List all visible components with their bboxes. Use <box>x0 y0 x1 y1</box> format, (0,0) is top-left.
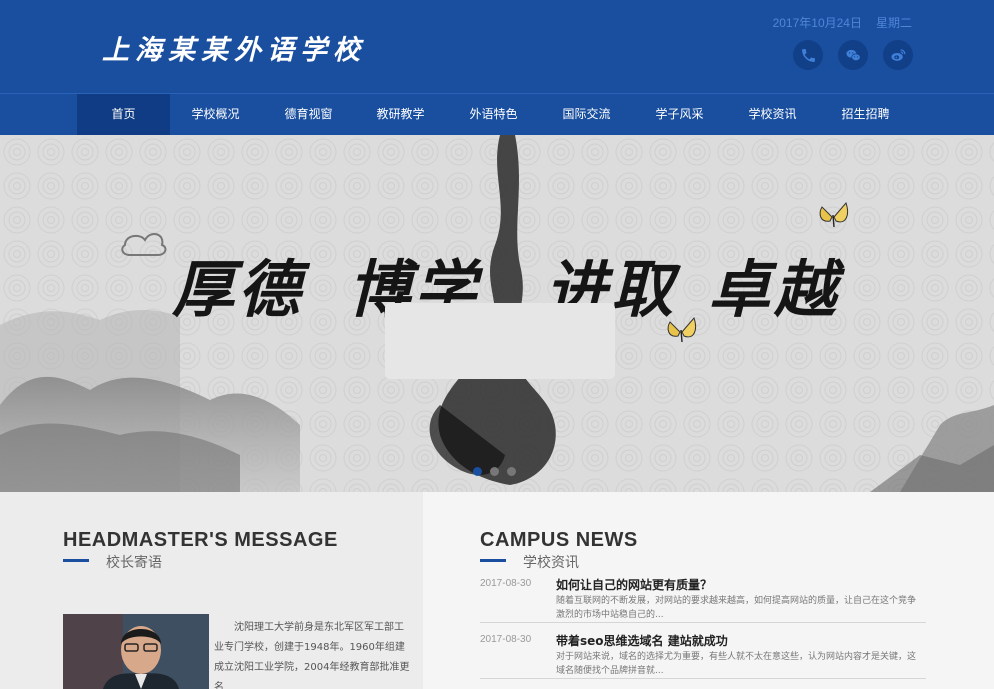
news-underline <box>480 559 506 562</box>
wechat-icon[interactable] <box>838 40 868 70</box>
headmaster-title: HEADMASTER'S MESSAGE <box>63 529 338 551</box>
news-item-title[interactable]: 带着seo思维选域名 建站就成功 <box>556 632 728 649</box>
nav-item-school-overview[interactable]: 学校概况 <box>169 94 262 135</box>
phone-icon[interactable] <box>793 40 823 70</box>
slogan-word: 卓越 <box>708 253 841 326</box>
page: 上海某某外语学校 2017年10月24日 星期二 首页 学校概况 德育视窗 教研教… <box>0 0 994 689</box>
headmaster-message-text: 沈阳理工大学前身是东北军区军工部工业专门学校，创建于1948年。1960年组建成… <box>214 622 410 689</box>
main-nav: 首页 学校概况 德育视窗 教研教学 外语特色 国际交流 学子风采 学校资讯 招生… <box>0 93 994 135</box>
nav-item-home[interactable]: 首页 <box>77 94 170 135</box>
news-date: 2017-08-30 <box>480 578 532 589</box>
content-section: HEADMASTER'S MESSAGE 校长寄语 沈阳理工大学前身是东北军区军… <box>0 492 994 689</box>
news-subtitle: 学校资讯 <box>523 555 579 571</box>
slide-indicator-3[interactable] <box>507 467 516 476</box>
weibo-icon[interactable] <box>883 40 913 70</box>
slide-indicator-1[interactable] <box>473 467 482 476</box>
nav-item-language-features[interactable]: 外语特色 <box>447 94 540 135</box>
date-display: 2017年10月24日 星期二 <box>773 14 912 31</box>
nav-item-international-exchange[interactable]: 国际交流 <box>540 94 633 135</box>
headmaster-underline <box>63 559 89 562</box>
news-item-desc: 对于网站来说，域名的选择尤为重要，有些人就不太在意这些，认为网站内容才是关键，这… <box>556 652 917 676</box>
date-text: 2017年10月24日 <box>772 16 862 30</box>
header: 上海某某外语学校 2017年10月24日 星期二 <box>0 0 994 93</box>
headmaster-photo <box>63 614 209 689</box>
banner-overlay-box <box>385 303 615 379</box>
news-divider <box>480 622 926 623</box>
news-divider <box>480 678 926 679</box>
news-item-title[interactable]: 如何让自己的网站更有质量？ <box>556 576 712 593</box>
slide-indicator-2[interactable] <box>490 467 499 476</box>
headmaster-subtitle: 校长寄语 <box>106 555 162 571</box>
nav-item-teaching-research[interactable]: 教研教学 <box>354 94 447 135</box>
news-title: CAMPUS NEWS <box>480 529 638 551</box>
slogan-word: 厚德 <box>172 253 305 326</box>
weekday-text: 星期二 <box>875 16 912 30</box>
nav-item-school-news[interactable]: 学校资讯 <box>726 94 819 135</box>
nav-item-admissions[interactable]: 招生招聘 <box>819 94 912 135</box>
news-item-desc: 随着互联网的不断发展，对网站的要求越来越高，如何提高网站的质量，让自己在这个竞争… <box>556 596 917 620</box>
news-date: 2017-08-30 <box>480 634 532 645</box>
nav-item-student-style[interactable]: 学子风采 <box>633 94 726 135</box>
nav-item-moral-education[interactable]: 德育视窗 <box>262 94 355 135</box>
school-logo[interactable]: 上海某某外语学校 <box>102 28 366 67</box>
